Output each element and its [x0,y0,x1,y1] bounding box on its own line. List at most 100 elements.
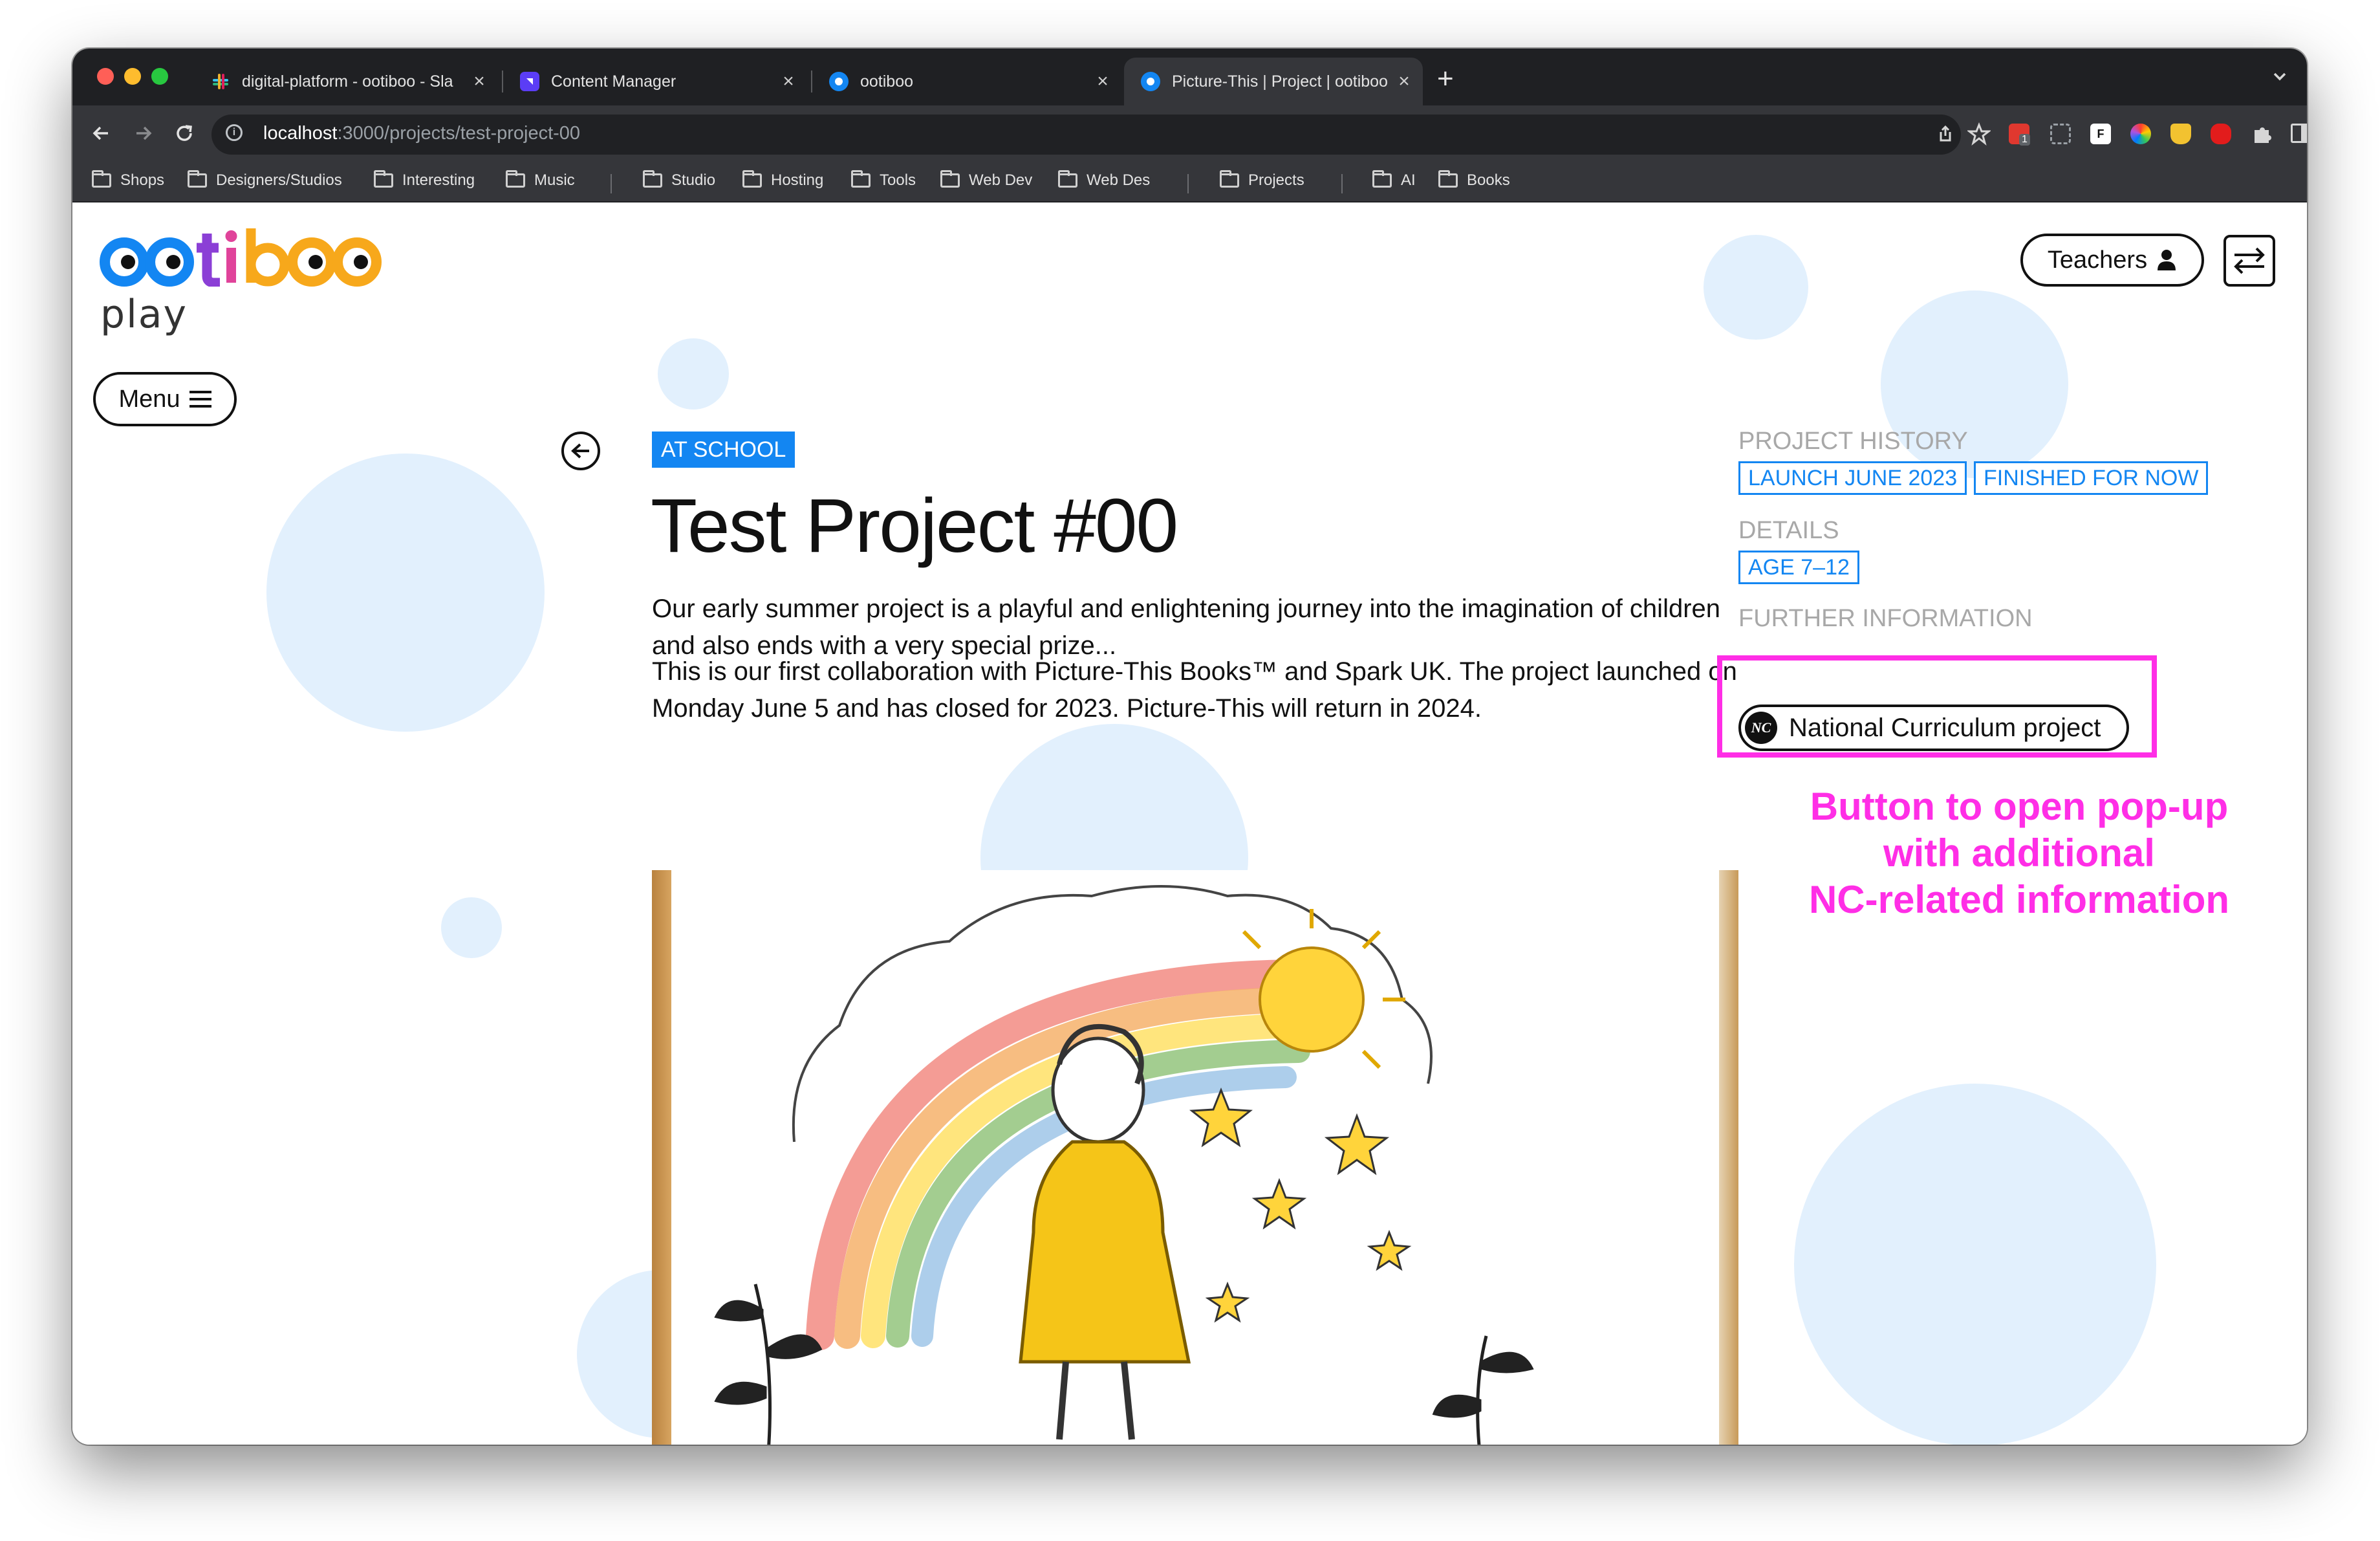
back-button[interactable] [561,432,600,470]
tab-title: digital-platform - ootiboo - Sla [242,72,453,91]
url-host: localhost [263,123,338,144]
bookmark-web-des[interactable]: Web Des [1058,170,1151,190]
basket-extension-icon[interactable] [2170,124,2191,144]
switch-mode-button[interactable] [2223,235,2275,287]
maximize-window-button[interactable] [151,68,168,85]
hamburger-icon [189,391,211,408]
decorative-bubble [266,454,545,732]
project-illustration [652,870,1738,1445]
side-panel-icon[interactable] [2291,124,2307,143]
bookmark-designers-studios[interactable]: Designers/Studios [188,170,342,190]
details-heading: DETAILS [1738,517,1839,544]
tab-close-icon[interactable]: × [777,71,799,93]
bookmark-web-dev[interactable]: Web Dev [940,170,1033,190]
folder-icon [188,170,207,188]
bookmark-shops[interactable]: Shops [92,170,165,190]
tab-title: Content Manager [551,72,676,91]
bookmark-label: Web Des [1087,171,1151,189]
ootiboo-favicon-icon [829,72,849,91]
tab-title: ootiboo [860,72,914,91]
bookmark-label: Projects [1248,171,1304,189]
decorative-bubble [1794,1084,2156,1445]
folder-icon [1438,170,1458,188]
menu-button[interactable]: Menu [93,372,237,426]
rainbow-child-drawing [671,870,1719,1445]
bookmark-ai[interactable]: AI [1372,170,1416,190]
bookmark-label: Music [534,171,575,189]
extensions-puzzle-icon[interactable] [2251,122,2274,149]
new-tab-button[interactable]: + [1437,63,1454,95]
reload-icon[interactable] [168,117,200,149]
wood-edge-right [1719,870,1738,1445]
tab-close-icon[interactable]: × [1092,71,1114,93]
menu-label: Menu [118,385,180,413]
folder-icon [92,170,111,188]
slack-icon [211,72,230,91]
decorative-bubble [1704,235,1808,340]
category-tag[interactable]: AT SCHOOL [652,432,795,468]
browser-window: digital-platform - ootiboo - Sla × Conte… [72,49,2307,1445]
ootiboo-favicon-icon [1141,72,1160,91]
logo-play-text: play [100,292,188,337]
screenshot-extension-icon[interactable] [2050,124,2071,144]
address-bar[interactable]: i localhost:3000/projects/test-project-0… [211,115,1961,155]
site-info-icon[interactable]: i [226,124,243,141]
web-page: play Teachers Menu AT SCHOOL Test Projec… [72,202,2307,1445]
annotation-text: Button to open pop-up with additional NC… [1773,783,2265,923]
tab-close-icon[interactable]: × [1393,71,1415,93]
tab-content-manager[interactable]: Content Manager × [503,58,807,105]
decorative-bubble [658,338,729,410]
color-wheel-extension-icon[interactable] [2130,124,2151,144]
decorative-bubble [441,897,502,958]
folder-icon [1372,170,1392,188]
share-icon[interactable] [1935,124,1956,148]
bookmark-label: Designers/Studios [216,171,342,189]
bookmark-projects[interactable]: Projects [1220,170,1304,190]
chip-launch[interactable]: LAUNCH JUNE 2023 [1738,461,1967,495]
bookmark-label: Hosting [771,171,824,189]
adblock-extension-icon[interactable] [2211,124,2231,144]
chip-finished[interactable]: FINISHED FOR NOW [1974,461,2209,495]
bookmark-separator [611,174,612,193]
minimize-window-button[interactable] [124,68,141,85]
forward-arrow-icon[interactable] [127,117,159,149]
bookmark-label: AI [1401,171,1416,189]
project-history-heading: PROJECT HISTORY [1738,428,1968,455]
bookmark-studio[interactable]: Studio [643,170,716,190]
arrow-left-icon [571,443,589,459]
annotation-line: Button to open pop-up [1810,785,2229,828]
tab-search-chevron-icon[interactable] [2270,67,2289,89]
annotation-highlight-box [1717,655,2157,758]
bookmark-tools[interactable]: Tools [851,170,916,190]
ootiboo-play-logo[interactable]: play [98,228,402,337]
bookmark-label: Interesting [402,171,475,189]
teachers-button[interactable]: Teachers [2020,234,2204,287]
folder-icon [851,170,871,188]
swap-arrows-icon [2234,247,2265,274]
extension-red-icon[interactable]: 1 [2009,124,2030,146]
tab-slack[interactable]: digital-platform - ootiboo - Sla × [194,58,498,105]
wood-edge-left [652,870,671,1445]
teachers-label: Teachers [2047,246,2148,274]
bookmark-label: Studio [671,171,716,189]
bookmark-hosting[interactable]: Hosting [742,170,824,190]
extension-badge: 1 [2019,134,2030,146]
tab-ootiboo[interactable]: ootiboo × [812,58,1121,105]
bookmark-star-icon[interactable] [1966,122,1992,149]
fontscan-extension-icon[interactable]: F [2090,124,2111,144]
chip-age[interactable]: AGE 7–12 [1738,551,1859,584]
folder-icon [1058,170,1077,188]
bookmark-label: Books [1467,171,1510,189]
bookmark-label: Web Dev [969,171,1033,189]
bookmark-separator [1187,174,1189,193]
bookmark-music[interactable]: Music [506,170,575,190]
annotation-line: NC-related information [1808,878,2230,921]
close-window-button[interactable] [97,68,114,85]
back-arrow-icon[interactable] [85,117,118,149]
annotation-line: with additional [1883,831,2155,875]
bookmark-label: Shops [120,171,165,189]
tab-picture-this[interactable]: Picture-This | Project | ootiboo × [1124,58,1423,105]
bookmark-books[interactable]: Books [1438,170,1510,190]
bookmark-interesting[interactable]: Interesting [374,170,475,190]
tab-close-icon[interactable]: × [468,71,490,93]
